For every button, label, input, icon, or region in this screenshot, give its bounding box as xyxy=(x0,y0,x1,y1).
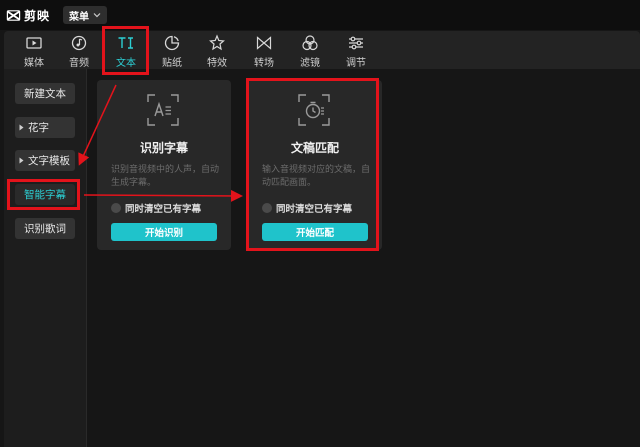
tool-audio-label: 音频 xyxy=(69,58,89,69)
tool-transition-label: 转场 xyxy=(254,58,274,69)
app-logo: 剪映 xyxy=(6,7,50,24)
sidebar-item-label: 识别歌词 xyxy=(24,223,66,235)
subtitle-recognize-icon xyxy=(147,94,179,126)
tool-sticker-label: 贴纸 xyxy=(162,58,182,69)
filter-icon xyxy=(302,35,318,51)
tool-sticker[interactable]: 贴纸 xyxy=(152,31,192,69)
caret-right-icon xyxy=(19,124,24,131)
sidebar-item-label: 花字 xyxy=(28,122,49,134)
sidebar-item-lyrics[interactable]: 识别歌词 xyxy=(15,218,75,239)
tool-effects-label: 特效 xyxy=(207,58,227,69)
audio-icon xyxy=(71,35,87,51)
caret-right-icon xyxy=(19,157,24,164)
tool-effects[interactable]: 特效 xyxy=(197,31,237,69)
checkbox-circle[interactable] xyxy=(111,203,121,213)
sidebar-item-label: 新建文本 xyxy=(24,88,66,100)
highlight-box-smart-subtitle xyxy=(7,179,80,210)
card-description: 识别音视频中的人声，自动生成字幕。 xyxy=(111,165,220,188)
menu-label: 菜单 xyxy=(69,11,89,23)
sticker-icon xyxy=(164,35,180,51)
tool-filter-label: 滤镜 xyxy=(300,58,320,69)
highlight-box-script-match xyxy=(246,78,379,251)
subtitle-recognize-card: 识别字幕 识别音视频中的人声，自动生成字幕。 同时清空已有字幕 开始识别 xyxy=(97,80,231,250)
sidebar-item-new-text[interactable]: 新建文本 xyxy=(15,83,75,104)
clear-existing-subtitles-checkbox[interactable]: 同时清空已有字幕 xyxy=(111,201,201,215)
card-title: 识别字幕 xyxy=(139,141,188,155)
app-name: 剪映 xyxy=(24,9,51,23)
tool-audio[interactable]: 音频 xyxy=(59,31,99,69)
menu-button[interactable]: 菜单 xyxy=(63,6,107,24)
checkbox-label: 同时清空已有字幕 xyxy=(125,204,202,215)
media-icon xyxy=(26,37,42,49)
sidebar-item-fancy-text[interactable]: 花字 xyxy=(15,117,75,138)
capcut-logo-icon xyxy=(6,10,21,21)
tool-media-label: 媒体 xyxy=(24,58,44,69)
title-bar: 剪映 菜单 xyxy=(0,0,640,30)
tool-filter[interactable]: 滤镜 xyxy=(290,31,330,69)
sidebar-item-label: 文字模板 xyxy=(28,155,70,167)
tool-adjust-label: 调节 xyxy=(346,58,366,69)
transition-icon xyxy=(256,36,272,50)
adjust-icon xyxy=(349,36,363,50)
chevron-down-icon xyxy=(93,13,101,18)
text-category-panel: 新建文本 花字 文字模板 智能字幕 识别歌词 xyxy=(4,69,87,447)
start-recognize-button[interactable]: 开始识别 xyxy=(111,223,217,241)
main-toolbar: 媒体 音频 文本 贴纸 特效 转场 滤镜 调节 xyxy=(4,31,640,69)
tool-media[interactable]: 媒体 xyxy=(14,31,54,69)
highlight-box-text-tool xyxy=(102,26,149,75)
tool-adjust[interactable]: 调节 xyxy=(336,31,376,69)
tool-transition[interactable]: 转场 xyxy=(244,31,284,69)
sidebar-item-text-template[interactable]: 文字模板 xyxy=(15,150,75,171)
effects-icon xyxy=(209,34,225,51)
